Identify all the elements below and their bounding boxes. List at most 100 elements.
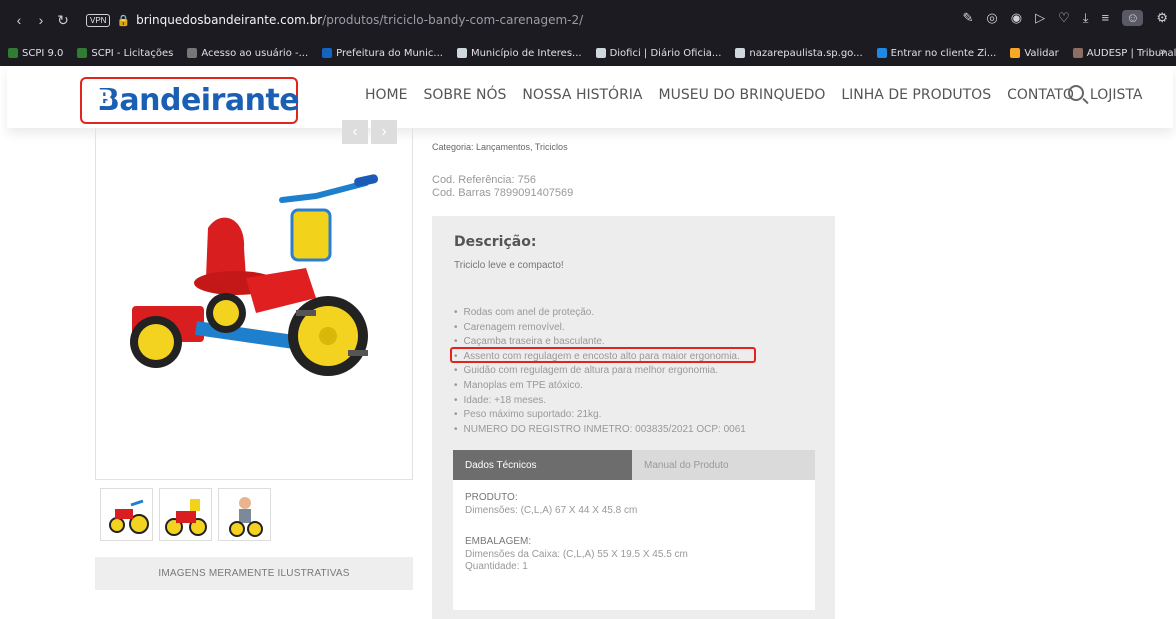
- produto-dimensions: Dimensões: (C,L,A) 67 X 44 X 45.8 cm: [465, 504, 638, 516]
- nav-nossa-historia[interactable]: NOSSA HISTÓRIA: [522, 87, 642, 103]
- bookmarks-bar: SCPI 9.0 SCPI - Licitações Acesso ao usuár…: [0, 40, 1176, 66]
- description-title: Descrição:: [454, 234, 537, 250]
- shield-icon[interactable]: ◉: [1011, 10, 1022, 26]
- vpn-badge[interactable]: VPN: [86, 13, 111, 27]
- bookmark-item[interactable]: SCPI 9.0: [8, 48, 63, 59]
- gallery-caption: IMAGENS MERAMENTE ILUSTRATIVAS: [95, 557, 413, 590]
- feature-item: Rodas com anel de proteção.: [454, 306, 746, 321]
- browser-chrome: ‹ › ↻ VPN 🔒 brinquedosbandeirante.com.br…: [0, 0, 1176, 66]
- bookmark-favicon-icon: [187, 48, 198, 58]
- tricycle-pedal-2: [296, 310, 316, 316]
- heart-icon[interactable]: ♡: [1058, 10, 1070, 26]
- profile-icon[interactable]: ☺: [1122, 10, 1144, 26]
- quantity: Quantidade: 1: [465, 561, 528, 572]
- tech-data-panel: PRODUTO: Dimensões: (C,L,A) 67 X 44 X 45…: [453, 480, 815, 610]
- bookmark-favicon-icon: [456, 48, 467, 58]
- logo[interactable]: Bandeirante: [80, 77, 300, 124]
- feature-item: Idade: +18 meses.: [454, 394, 746, 409]
- product-barcode: Cod. Barras 7899091407569: [432, 187, 574, 199]
- feature-item: Manoplas em TPE atóxico.: [454, 379, 746, 394]
- product-category: Categoria: Lançamentos, Triciclos: [432, 142, 568, 152]
- main-nav: HOME SOBRE NÓS NOSSA HISTÓRIA MUSEU DO B…: [365, 87, 1142, 103]
- bookmark-favicon-icon: [735, 48, 746, 58]
- address-bar-row: ‹ › ↻ VPN 🔒 brinquedosbandeirante.com.br…: [0, 0, 1176, 40]
- gallery-prev-button[interactable]: ‹: [342, 120, 368, 144]
- bookmark-favicon-icon: [595, 48, 606, 58]
- thumbnail-strip: [100, 488, 271, 541]
- bookmark-item[interactable]: Acesso ao usuário -...: [187, 48, 308, 59]
- tricycle-wheel-axle: [319, 327, 337, 345]
- bookmarks-more-icon[interactable]: »: [1160, 46, 1166, 58]
- site-header: Bandeirante HOME SOBRE NÓS NOSSA HISTÓRI…: [7, 66, 1173, 128]
- forward-icon[interactable]: ›: [30, 12, 52, 28]
- tricycle-pedal: [348, 350, 368, 356]
- search-icon[interactable]: [1068, 85, 1084, 101]
- tricycle-image[interactable]: [96, 128, 414, 480]
- bookmark-item[interactable]: nazarepaulista.sp.go...: [735, 47, 863, 59]
- download-icon[interactable]: ⤓: [1083, 10, 1089, 26]
- embalagem-dimensions: Dimensões da Caixa: (C,L,A) 55 X 19.5 X …: [465, 548, 688, 560]
- nav-sobre-nos[interactable]: SOBRE NÓS: [423, 87, 506, 103]
- thumbnail-1[interactable]: [100, 488, 153, 541]
- bookmark-favicon-icon: [77, 48, 88, 58]
- bookmark-item[interactable]: Validar: [1010, 47, 1059, 59]
- reload-icon[interactable]: ↻: [52, 12, 74, 29]
- bookmark-label: SCPI 9.0: [22, 47, 64, 59]
- product-image-gallery: [95, 128, 413, 480]
- bookmark-label: Acesso ao usuário -...: [201, 47, 309, 59]
- tricycle-wheel-hub-2: [213, 300, 239, 326]
- menu-icon[interactable]: ≡: [1101, 10, 1109, 26]
- bookmark-label: nazarepaulista.sp.go...: [749, 47, 863, 59]
- produto-label: PRODUTO:: [465, 492, 518, 503]
- bookmark-label: SCPI - Licitações: [91, 47, 174, 59]
- bookmark-label: Entrar no cliente Zi...: [890, 47, 997, 59]
- embalagem-label: EMBALAGEM:: [465, 536, 532, 547]
- edit-icon[interactable]: ✎: [962, 10, 973, 26]
- description-panel: Descrição: Triciclo leve e compacto! Rod…: [432, 216, 835, 619]
- gallery-next-button[interactable]: ›: [371, 120, 397, 144]
- feature-item: Peso máximo suportado: 21kg.: [454, 408, 746, 423]
- feature-item: Carenagem removível.: [454, 321, 746, 336]
- browser-toolbar-icons: ✎ ◎ ◉ ▷ ♡ ⤓ ≡ ☺ ⚙: [962, 10, 1168, 26]
- feature-list: Rodas com anel de proteção. Carenagem re…: [454, 306, 746, 437]
- bookmark-label: Município de Interes...: [470, 47, 582, 59]
- feature-item: Guidão com regulagem de altura para melh…: [454, 364, 746, 379]
- bookmark-item[interactable]: Diofici | Diário Oficia...: [595, 47, 722, 59]
- camera-icon[interactable]: ◎: [986, 10, 997, 26]
- nav-home[interactable]: HOME: [365, 87, 407, 103]
- url-domain: brinquedosbandeirante.com.br: [136, 13, 323, 27]
- feature-item: NUMERO DO REGISTRO INMETRO: 003835/2021 …: [454, 423, 746, 438]
- nav-linha-produtos[interactable]: LINHA DE PRODUTOS: [841, 87, 991, 103]
- back-icon[interactable]: ‹: [8, 12, 30, 28]
- nav-contato[interactable]: CONTATO: [1007, 87, 1074, 103]
- bookmark-item[interactable]: SCPI - Licitações: [77, 48, 173, 59]
- play-icon[interactable]: ▷: [1035, 10, 1045, 26]
- bookmark-item[interactable]: Prefeitura do Munic...: [322, 48, 443, 59]
- tab-dados-tecnicos[interactable]: Dados Técnicos: [453, 450, 632, 480]
- nav-museu[interactable]: MUSEU DO BRINQUEDO: [659, 87, 826, 103]
- bookmark-label: Validar: [1024, 47, 1059, 59]
- bookmark-favicon-icon: [1072, 48, 1083, 58]
- thumbnail-3[interactable]: [218, 488, 271, 541]
- url-field[interactable]: brinquedosbandeirante.com.br/produtos/tr…: [136, 13, 583, 27]
- bookmark-item[interactable]: Entrar no cliente Zi...: [876, 47, 997, 59]
- lock-icon[interactable]: 🔒: [116, 14, 130, 27]
- tricycle-seat: [206, 217, 246, 278]
- tricycle-wheel-hub: [138, 324, 174, 360]
- bookmark-item[interactable]: Município de Interes...: [456, 47, 582, 59]
- bookmark-favicon-icon: [1010, 48, 1021, 58]
- url-path: /produtos/triciclo-bandy-com-carenagem-2…: [322, 13, 584, 27]
- product-reference: Cod. Referência: 756: [432, 174, 536, 186]
- logo-text: Bandeirante: [97, 83, 300, 118]
- thumbnail-2[interactable]: [159, 488, 212, 541]
- extension-icon[interactable]: ⚙: [1156, 10, 1168, 26]
- spec-tabs: Dados Técnicos Manual do Produto: [453, 450, 815, 480]
- bookmark-favicon-icon: [8, 48, 18, 58]
- bookmark-label: Diofici | Diário Oficia...: [609, 47, 722, 59]
- nav-lojista[interactable]: LOJISTA: [1090, 87, 1143, 103]
- bookmark-label: Prefeitura do Munic...: [336, 47, 443, 59]
- tab-manual-produto[interactable]: Manual do Produto: [632, 450, 815, 480]
- bookmark-favicon-icon: [876, 48, 887, 58]
- tricycle-front-panel: [290, 208, 332, 262]
- highlight-annotation: [450, 347, 756, 363]
